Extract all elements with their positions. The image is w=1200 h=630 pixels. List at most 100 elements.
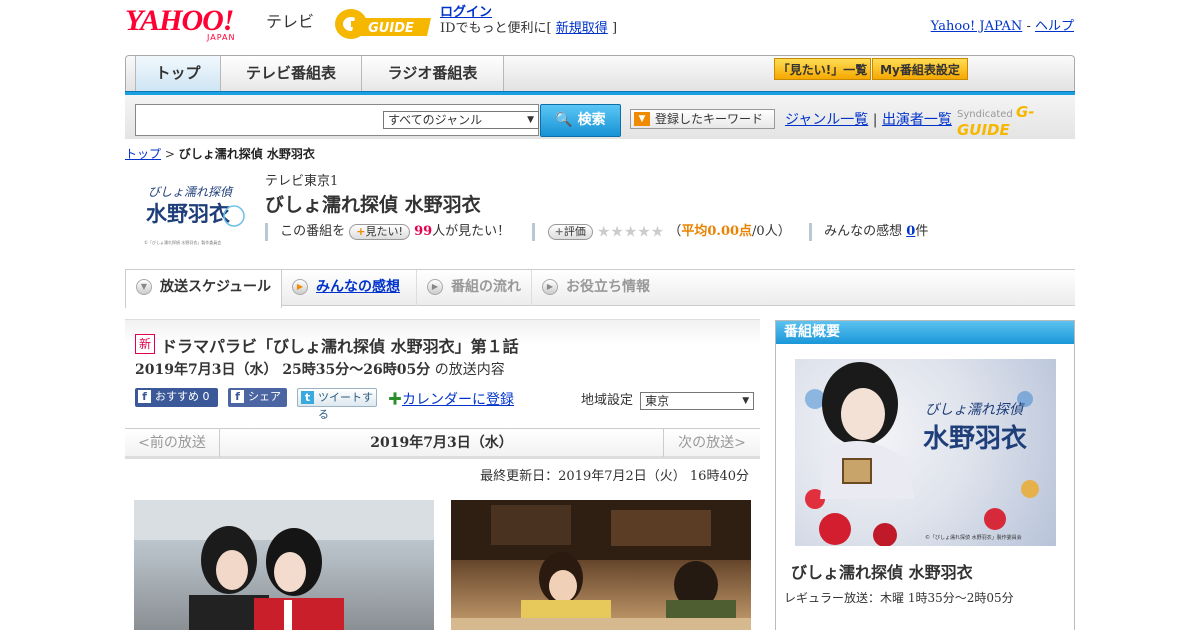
share-label: シェア [248, 390, 281, 403]
play-arrow-icon: ▶ [427, 279, 443, 295]
genre-list-link[interactable]: ジャンル一覧 [785, 112, 868, 128]
plus-icon: + [554, 224, 564, 238]
breadcrumb: トップ > びしょ濡れ探偵 水野羽衣 [125, 145, 315, 162]
recommend-label: おすすめ 0 [155, 390, 210, 403]
facebook-recommend-button[interactable]: f おすすめ 0 [135, 388, 218, 407]
prev-broadcast-link[interactable]: <前の放送 [125, 429, 220, 457]
episode-photo-1 [134, 500, 434, 630]
broadcast-date-nav: <前の放送 2019年7月3日（水） 次の放送> [125, 428, 760, 459]
search-icon: 🔍 [555, 112, 573, 128]
nav-tab-radio-schedule[interactable]: ラジオ番組表 [362, 56, 504, 91]
top-right-links: Yahoo! JAPAN - ヘルプ [931, 15, 1074, 34]
stat-divider [265, 222, 268, 241]
login-link[interactable]: ログイン [440, 5, 492, 20]
region-setting: 地域設定 東京 ▼ [581, 389, 755, 410]
mitai-list-button[interactable]: 「見たい!」一覧 [774, 58, 871, 80]
program-logo-line1: びしょ濡れ探偵 [148, 185, 234, 199]
triangle-down-icon: ▼ [634, 112, 650, 126]
gguide-logo: GUIDE [333, 6, 433, 42]
tab-broadcast-schedule[interactable]: ▼ 放送スケジュール [125, 270, 282, 308]
login-area: ログイン IDでもっと便利に[ 新規取得 ] [440, 5, 617, 37]
program-key-visual: びしょ濡れ探偵 水野羽衣 ©「びしょ濡れ探偵 水野羽衣」製作委員会 [795, 359, 1056, 546]
stat-divider [808, 222, 812, 241]
japan-logo-text: JAPAN [207, 33, 236, 42]
tab-label: みんなの感想 [316, 279, 400, 295]
region-label: 地域設定 [581, 393, 634, 408]
section-label[interactable]: テレビ [266, 8, 314, 32]
program-title: びしょ濡れ探偵 水野羽衣 [265, 194, 481, 216]
registered-keyword-button[interactable]: ▼ 登録したキーワード [630, 109, 775, 129]
dropdown-arrow-icon: ▼ [742, 395, 750, 406]
cast-list-link[interactable]: 出演者一覧 [882, 112, 952, 128]
main-nav: トップ テレビ番組表 ラジオ番組表 「見たい!」一覧 My番組表設定 [125, 55, 1075, 91]
mitai-count: 99 [414, 224, 433, 239]
tab-program-flow[interactable]: ▶ 番組の流れ [417, 270, 532, 306]
genre-select[interactable]: すべてのジャンル ▼ [383, 111, 539, 129]
syndicated-label: Syndicated [957, 109, 1013, 120]
tab-label: お役立ち情報 [566, 279, 650, 295]
genre-links: ジャンル一覧 | 出演者一覧 [785, 109, 952, 129]
key-visual-title-line1: びしょ濡れ探偵 [925, 402, 1025, 418]
program-logo-line2: 水野羽衣 [146, 202, 230, 226]
registered-keyword-label: 登録したキーワード [655, 112, 764, 126]
my-schedule-button[interactable]: My番組表設定 [872, 58, 968, 80]
region-select[interactable]: 東京 ▼ [640, 391, 755, 410]
twitter-icon: t [301, 391, 314, 404]
overview-program-title: びしょ濡れ探偵 水野羽衣 [791, 563, 973, 582]
episode-datetime: 2019年7月3日（水） 25時35分～26時05分 [135, 362, 431, 378]
breadcrumb-top[interactable]: トップ [125, 147, 161, 161]
login-prompt-prefix: IDでもっと便利に[ [440, 21, 552, 36]
avg-people: /0人） [752, 224, 791, 239]
impressions-count-link[interactable]: 0 [906, 224, 915, 239]
calendar-add-icon: ✚ [388, 392, 402, 408]
avg-score: 平均0.00点 [681, 224, 753, 239]
mitai-button[interactable]: +見たい! [349, 223, 410, 240]
help-link[interactable]: ヘルプ [1035, 19, 1074, 34]
program-stats: この番組を +見たい! 99人が見たい！ +評価 ★★★★★ （平均0.00点/… [265, 220, 928, 241]
tweet-button[interactable]: t ツイートする [297, 388, 377, 421]
link-separator: - [1026, 19, 1031, 34]
key-visual-credit: ©「びしょ濡れ探偵 水野羽衣」製作委員会 [925, 534, 1022, 541]
yahoo-japan-link[interactable]: Yahoo! JAPAN [931, 19, 1023, 34]
search-bar: すべてのジャンル ▼ 🔍 検索 ▼ 登録したキーワード ジャンル一覧 | 出演者… [125, 95, 1075, 139]
mitai-button-label: 見たい! [365, 224, 403, 238]
dropdown-arrow-icon: ▼ [527, 115, 534, 125]
channel-name: テレビ東京1 [265, 174, 339, 189]
mitai-suffix: 人が見たい！ [432, 224, 511, 239]
syndicated-badge: Syndicated G-GUIDE [957, 103, 1075, 139]
region-value: 東京 [645, 393, 670, 408]
login-prompt-suffix: ] [611, 21, 618, 36]
episode-datetime-suffix: の放送内容 [434, 362, 505, 378]
program-tabs: ▼ 放送スケジュール ▶ みんなの感想 ▶ 番組の流れ ▶ お役立ち情報 [125, 269, 1075, 308]
play-arrow-icon: ▶ [292, 279, 308, 295]
signup-link[interactable]: 新規取得 [556, 21, 608, 36]
impressions-label: みんなの感想 [824, 224, 903, 239]
current-broadcast-date: 2019年7月3日（水） [370, 435, 513, 451]
chevron-down-icon: ▼ [136, 279, 152, 295]
new-badge: 新 [135, 334, 155, 354]
nav-tab-top[interactable]: トップ [135, 56, 221, 91]
overview-heading: 番組概要 [776, 321, 1074, 344]
svg-text:GUIDE: GUIDE [368, 21, 414, 36]
episode-datetime-line: 2019年7月3日（水） 25時35分～26時05分 の放送内容 [135, 359, 505, 379]
tab-useful-info[interactable]: ▶ お役立ち情報 [532, 270, 662, 306]
stat-divider [532, 222, 536, 241]
avg-open: （ [668, 224, 682, 239]
search-button[interactable]: 🔍 検索 [540, 104, 621, 137]
tab-label: 番組の流れ [451, 279, 521, 295]
calendar-link[interactable]: カレンダーに登録 [402, 392, 514, 408]
facebook-share-button[interactable]: f シェア [228, 388, 287, 407]
rating-button-label: 評価 [563, 224, 586, 238]
yahoo-japan-logo[interactable]: YAHOO! JAPAN [125, 6, 260, 43]
genre-selected: すべてのジャンル [388, 113, 483, 127]
next-broadcast-link[interactable]: 次の放送> [663, 429, 760, 457]
program-logo-credit: ©「びしょ濡れ探偵 水野羽衣」製作委員会 [144, 239, 221, 245]
nav-tab-tv-schedule[interactable]: テレビ番組表 [221, 56, 362, 91]
rating-button[interactable]: +評価 [547, 223, 593, 240]
tab-impressions[interactable]: ▶ みんなの感想 [282, 270, 417, 306]
tab-label: 放送スケジュール [160, 279, 272, 295]
calendar-register[interactable]: ✚カレンダーに登録 [388, 389, 514, 409]
plus-icon: + [356, 224, 366, 238]
play-arrow-icon: ▶ [542, 279, 558, 295]
last-updated: 最終更新日：2019年7月2日（火） 16時40分 [480, 469, 749, 484]
